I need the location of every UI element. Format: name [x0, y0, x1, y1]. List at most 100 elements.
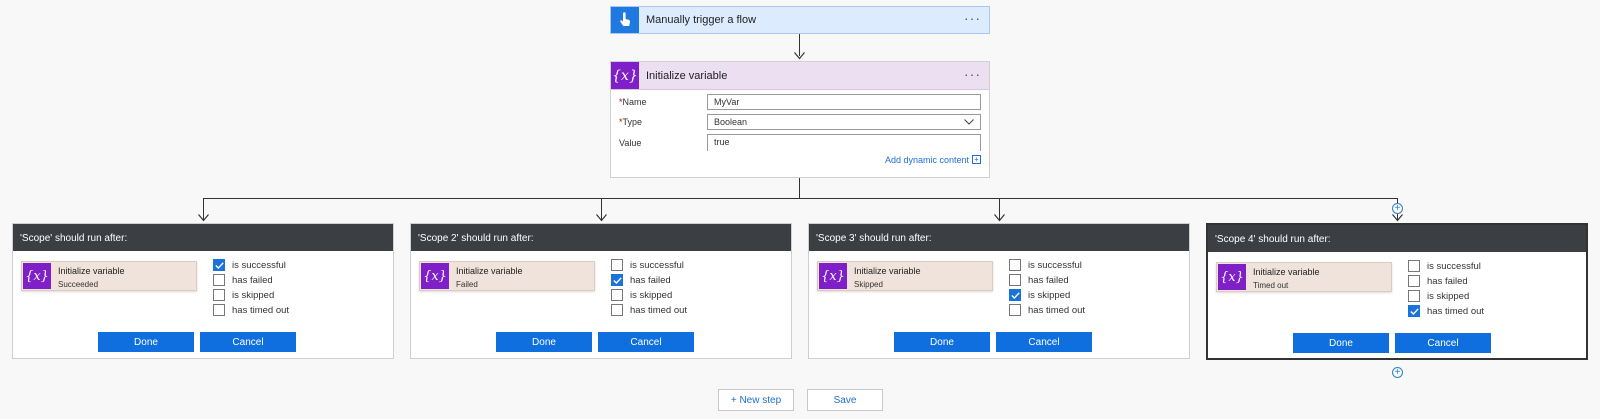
- type-label-text: Type: [622, 117, 643, 127]
- connector-arrow: [1392, 214, 1403, 222]
- checkbox[interactable]: [213, 304, 225, 316]
- option-label: is successful: [232, 259, 286, 271]
- checkbox[interactable]: [1009, 274, 1021, 286]
- action-title: Initialize variable: [58, 266, 125, 276]
- insert-step-plus-icon[interactable]: +: [1392, 367, 1403, 378]
- scope-3-run-after-panel: 'Scope 3' should run after: {x} Initiali…: [808, 223, 1190, 359]
- checkbox[interactable]: [1408, 260, 1420, 272]
- done-button[interactable]: Done: [496, 332, 592, 352]
- type-label: *Type: [619, 117, 642, 127]
- connector-arrow: [794, 52, 805, 60]
- insert-step-plus-icon[interactable]: +: [1392, 203, 1403, 214]
- option-has-failed[interactable]: has failed: [213, 273, 273, 287]
- option-is-successful[interactable]: is successful: [1408, 259, 1481, 273]
- option-is-successful[interactable]: is successful: [213, 258, 286, 272]
- init-variable-header[interactable]: {x} Initialize variable ···: [611, 62, 989, 90]
- option-label: has failed: [630, 274, 671, 286]
- name-label: *Name: [619, 97, 647, 107]
- option-is-successful[interactable]: is successful: [1009, 258, 1082, 272]
- option-label: is skipped: [1028, 289, 1071, 301]
- done-button[interactable]: Done: [98, 332, 194, 352]
- option-has-timed-out[interactable]: has timed out: [1009, 303, 1085, 317]
- option-label: is successful: [1427, 260, 1481, 272]
- option-is-skipped[interactable]: is skipped: [1408, 289, 1469, 303]
- cancel-button[interactable]: Cancel: [598, 332, 694, 352]
- checkbox[interactable]: [1009, 259, 1021, 271]
- option-is-successful[interactable]: is successful: [611, 258, 684, 272]
- checkbox[interactable]: [1009, 289, 1021, 301]
- action-title: Initialize variable: [854, 266, 921, 276]
- option-label: has timed out: [1427, 305, 1485, 317]
- option-is-skipped[interactable]: is skipped: [611, 288, 672, 302]
- action-status: Succeeded: [58, 280, 99, 289]
- connector-arrow: [994, 214, 1005, 222]
- variable-icon: {x}: [23, 263, 51, 289]
- option-has-timed-out[interactable]: has timed out: [611, 303, 687, 317]
- cancel-button[interactable]: Cancel: [200, 332, 296, 352]
- initialize-variable-card[interactable]: {x} Initialize variable ··· *Name MyVar …: [610, 61, 990, 178]
- option-label: has timed out: [232, 304, 290, 316]
- scope-header: 'Scope 2' should run after:: [411, 224, 791, 251]
- checkbox[interactable]: [213, 274, 225, 286]
- option-label: has timed out: [630, 304, 688, 316]
- init-variable-menu-button[interactable]: ···: [964, 66, 981, 82]
- connector-arrow: [596, 214, 607, 222]
- checkbox[interactable]: [611, 259, 623, 271]
- option-has-failed[interactable]: has failed: [1408, 274, 1468, 288]
- option-is-skipped[interactable]: is skipped: [213, 288, 274, 302]
- option-label: has timed out: [1028, 304, 1086, 316]
- action-title: Initialize variable: [456, 266, 523, 276]
- variable-icon: {x}: [611, 62, 639, 89]
- checkbox[interactable]: [1408, 305, 1420, 317]
- type-select[interactable]: Boolean: [707, 114, 981, 130]
- scope-header: 'Scope 3' should run after:: [809, 224, 1189, 251]
- option-label: has failed: [1028, 274, 1069, 286]
- variable-icon: {x}: [1218, 264, 1246, 290]
- name-field[interactable]: MyVar: [707, 94, 981, 110]
- scope-2-run-after-panel: 'Scope 2' should run after: {x} Initiali…: [410, 223, 792, 359]
- option-has-timed-out[interactable]: has timed out: [1408, 304, 1484, 318]
- name-label-text: Name: [622, 97, 647, 107]
- option-has-failed[interactable]: has failed: [611, 273, 671, 287]
- value-field[interactable]: true: [707, 134, 981, 151]
- connector-branch-line: [203, 198, 1397, 199]
- trigger-card[interactable]: Manually trigger a flow ···: [610, 6, 990, 34]
- checkbox[interactable]: [1408, 290, 1420, 302]
- run-after-action-card: {x} Initialize variable Succeeded: [21, 261, 197, 291]
- scope-4-run-after-panel: 'Scope 4' should run after: {x} Initiali…: [1206, 223, 1588, 360]
- trigger-menu-button[interactable]: ···: [964, 10, 981, 26]
- option-label: is skipped: [1427, 290, 1470, 302]
- checkbox[interactable]: [213, 289, 225, 301]
- action-title: Initialize variable: [1253, 267, 1320, 277]
- option-label: is skipped: [232, 289, 275, 301]
- option-is-skipped[interactable]: is skipped: [1009, 288, 1070, 302]
- cancel-button[interactable]: Cancel: [996, 332, 1092, 352]
- add-dynamic-content-link[interactable]: Add dynamic content: [885, 155, 969, 165]
- run-after-action-card: {x} Initialize variable Failed: [419, 261, 595, 291]
- checkbox[interactable]: [611, 274, 623, 286]
- option-has-failed[interactable]: has failed: [1009, 273, 1069, 287]
- scope-header: 'Scope 4' should run after:: [1208, 225, 1586, 252]
- checkbox[interactable]: [213, 259, 225, 271]
- add-dynamic-content-icon[interactable]: +: [972, 155, 981, 164]
- checkbox[interactable]: [1408, 275, 1420, 287]
- run-after-action-card: {x} Initialize variable Timed out: [1216, 262, 1392, 292]
- checkbox[interactable]: [611, 304, 623, 316]
- done-button[interactable]: Done: [894, 332, 990, 352]
- checkbox[interactable]: [1009, 304, 1021, 316]
- action-status: Timed out: [1253, 281, 1289, 290]
- done-button[interactable]: Done: [1293, 333, 1389, 353]
- scope-header: 'Scope' should run after:: [13, 224, 393, 251]
- new-step-button[interactable]: + New step: [718, 389, 794, 411]
- save-button[interactable]: Save: [807, 389, 883, 411]
- run-after-action-card: {x} Initialize variable Skipped: [817, 261, 993, 291]
- init-variable-title: Initialize variable: [646, 70, 728, 82]
- variable-icon: {x}: [819, 263, 847, 289]
- option-label: has failed: [232, 274, 273, 286]
- option-label: is successful: [630, 259, 684, 271]
- variable-icon: {x}: [421, 263, 449, 289]
- option-has-timed-out[interactable]: has timed out: [213, 303, 289, 317]
- checkbox[interactable]: [611, 289, 623, 301]
- cancel-button[interactable]: Cancel: [1395, 333, 1491, 353]
- chevron-down-icon: [964, 119, 974, 125]
